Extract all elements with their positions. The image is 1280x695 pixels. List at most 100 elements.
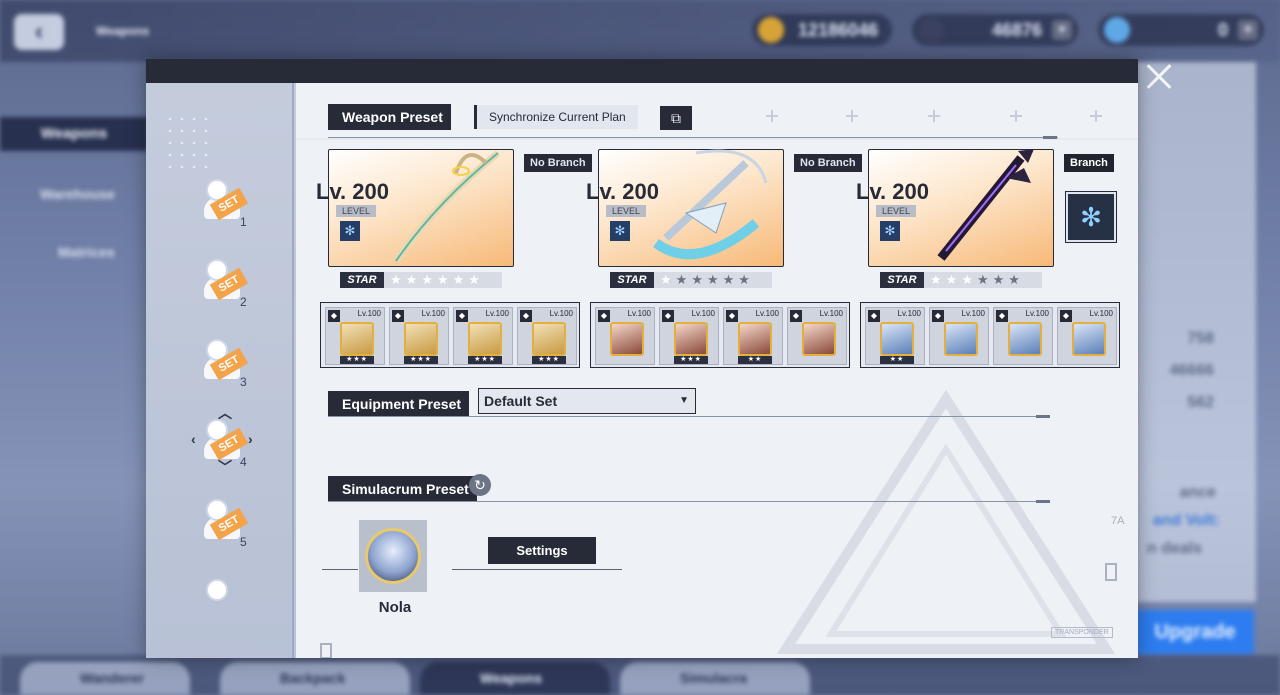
set-number: 2 bbox=[240, 295, 247, 309]
matrix-level: Lv.100 bbox=[961, 309, 985, 318]
weapon-card-3[interactable]: Lv. 200 LEVEL ✻ STAR ★★★★★★ bbox=[856, 149, 1056, 288]
matrix-group-3: ◆ Lv.100 ★★ ◆ Lv.100 ◆ Lv.100 ◆ Lv.100 bbox=[860, 302, 1120, 368]
star-empty-icon: ★ bbox=[675, 272, 692, 287]
left-menu-matrices[interactable]: Matrices bbox=[58, 244, 115, 260]
matrix-item[interactable]: ◆ Lv.100 ★★★ bbox=[389, 307, 449, 365]
right-text-3: n deals bbox=[1146, 540, 1202, 557]
star-empty-icon: ★ bbox=[722, 272, 739, 287]
weapon-stars: ★★★★★★ bbox=[660, 272, 754, 288]
set-number: 1 bbox=[240, 215, 247, 229]
sync-current-plan[interactable]: Synchronize Current Plan bbox=[474, 105, 638, 129]
weapon-card-2[interactable]: Lv. 200 LEVEL ✻ STAR ★★★★★★ bbox=[586, 149, 786, 288]
matrix-item[interactable]: ◆ Lv.100 ★★★ bbox=[517, 307, 577, 365]
matrix-item[interactable]: ◆ Lv.100 ★★★ bbox=[659, 307, 719, 365]
matrix-item[interactable]: ◆ Lv.100 bbox=[595, 307, 655, 365]
bottom-tab-wanderer[interactable]: Wanderer bbox=[20, 662, 190, 695]
weapon-level-tag: LEVEL bbox=[606, 205, 646, 217]
star-empty-icon: ★ bbox=[738, 272, 754, 287]
line-end bbox=[1043, 136, 1057, 139]
matrix-item[interactable]: ◆ Lv.100 bbox=[1057, 307, 1117, 365]
refresh-icon[interactable]: ↻ bbox=[469, 474, 491, 496]
matrix-level: Lv.100 bbox=[1089, 309, 1113, 318]
matrix-stars: ★★★ bbox=[674, 356, 708, 364]
set-slot-5[interactable]: SET 5 bbox=[204, 499, 256, 555]
simulacrum-slot[interactable] bbox=[359, 520, 427, 592]
set-slot-1[interactable]: SET 1 bbox=[204, 179, 256, 235]
set-number: 5 bbox=[240, 535, 247, 549]
equipment-set-value: Default Set bbox=[484, 393, 558, 409]
close-button[interactable] bbox=[1141, 60, 1175, 94]
add-tanium-button[interactable]: + bbox=[1238, 20, 1258, 40]
frost-icon: ✻ bbox=[880, 221, 900, 241]
left-menu-weapons[interactable]: Weapons bbox=[0, 117, 148, 151]
frost-icon: ✻ bbox=[610, 221, 630, 241]
bottom-tab-simulacra[interactable]: Simulacra bbox=[620, 662, 810, 695]
dark-crystal-icon bbox=[918, 17, 944, 43]
upgrade-button[interactable]: Upgrade bbox=[1136, 610, 1254, 654]
sword-weapon-art bbox=[937, 149, 1034, 261]
chevron-left-icon[interactable]: ‹ bbox=[191, 431, 196, 447]
matrix-portrait bbox=[468, 322, 502, 356]
star-empty-icon: ★ bbox=[1008, 272, 1024, 287]
add-crystal-button[interactable]: + bbox=[1052, 20, 1072, 40]
weapon-preset-line bbox=[328, 137, 1058, 138]
matrix-type-icon: ◆ bbox=[932, 310, 944, 322]
bottom-tab-weapons[interactable]: Weapons bbox=[420, 662, 610, 695]
set-slot-2[interactable]: SET 2 bbox=[204, 259, 256, 315]
frost-branch-icon[interactable]: ✻ bbox=[1065, 191, 1117, 243]
matrix-item[interactable]: ◆ Lv.100 ★★ bbox=[723, 307, 783, 365]
matrix-type-icon: ◆ bbox=[392, 310, 404, 322]
sync-icon[interactable]: ⧉ bbox=[660, 106, 692, 130]
right-text-2: and Volt: bbox=[1152, 512, 1220, 529]
chevron-down-icon[interactable]: ﹀ bbox=[218, 457, 232, 477]
matrix-type-icon: ◆ bbox=[328, 310, 340, 322]
set-number: 3 bbox=[240, 375, 247, 389]
matrix-level: Lv.100 bbox=[755, 309, 779, 318]
preset-modal: TRANSPONDER 7A SET 1 SET 2 SET 3 SET 4 ︿… bbox=[146, 59, 1138, 658]
back-button[interactable]: ‹ bbox=[14, 14, 64, 50]
matrix-stars: ★★★ bbox=[532, 356, 566, 364]
star-empty-icon: ★ bbox=[706, 272, 723, 287]
matrix-type-icon: ◆ bbox=[996, 310, 1008, 322]
matrix-portrait bbox=[944, 322, 978, 356]
star-filled-icon: ★ bbox=[468, 272, 484, 287]
chevron-right-icon[interactable]: › bbox=[248, 431, 253, 447]
settings-button[interactable]: Settings bbox=[488, 537, 596, 564]
set-number: 4 bbox=[240, 455, 247, 469]
crystal-value: 46876 bbox=[991, 20, 1042, 40]
set-slot-3[interactable]: SET 3 bbox=[204, 339, 256, 395]
star-filled-icon: ★ bbox=[421, 272, 437, 287]
tanium-resource: 0 + bbox=[1098, 14, 1264, 46]
left-menu-warehouse[interactable]: Warehouse bbox=[40, 186, 115, 202]
matrix-type-icon: ◆ bbox=[790, 310, 802, 322]
star-filled-icon: ★ bbox=[436, 272, 453, 287]
weapon-stars: ★★★★★★ bbox=[930, 272, 1024, 288]
tanium-value: 0 bbox=[1217, 20, 1228, 40]
weapon-level-tag: LEVEL bbox=[336, 205, 376, 217]
bottom-tab-backpack[interactable]: Backpack bbox=[220, 662, 410, 695]
matrix-portrait bbox=[802, 322, 836, 356]
equipment-set-select[interactable]: Default Set ▼ bbox=[478, 388, 696, 414]
star-filled-icon: ★ bbox=[930, 272, 946, 287]
matrix-item[interactable]: ◆ Lv.100 bbox=[787, 307, 847, 365]
avatar bbox=[365, 528, 421, 584]
matrix-type-icon: ◆ bbox=[456, 310, 468, 322]
right-value-2: 46666 bbox=[1169, 362, 1215, 379]
matrix-item[interactable]: ◆ Lv.100 ★★ bbox=[865, 307, 925, 365]
matrix-item[interactable]: ◆ Lv.100 ★★★ bbox=[325, 307, 385, 365]
matrix-level: Lv.100 bbox=[897, 309, 921, 318]
matrix-stars: ★★★ bbox=[340, 356, 374, 364]
branch-tag-2: No Branch bbox=[794, 154, 862, 172]
set-slot-6-partial[interactable] bbox=[204, 579, 256, 601]
matrix-stars: ★★ bbox=[738, 356, 772, 364]
matrix-item[interactable]: ◆ Lv.100 bbox=[929, 307, 989, 365]
matrix-item[interactable]: ◆ Lv.100 ★★★ bbox=[453, 307, 513, 365]
matrix-item[interactable]: ◆ Lv.100 bbox=[993, 307, 1053, 365]
right-value-3: 562 bbox=[1187, 394, 1214, 411]
matrix-level: Lv.100 bbox=[819, 309, 843, 318]
matrix-type-icon: ◆ bbox=[726, 310, 738, 322]
weapon-card-1[interactable]: Lv. 200 LEVEL ✻ STAR ★★★★★★ bbox=[316, 149, 516, 288]
weapon-level: Lv. 200 bbox=[586, 179, 659, 204]
weapon-star-bar: STAR ★★★★★★ bbox=[880, 272, 1042, 288]
chevron-up-icon[interactable]: ︿ bbox=[218, 403, 232, 423]
